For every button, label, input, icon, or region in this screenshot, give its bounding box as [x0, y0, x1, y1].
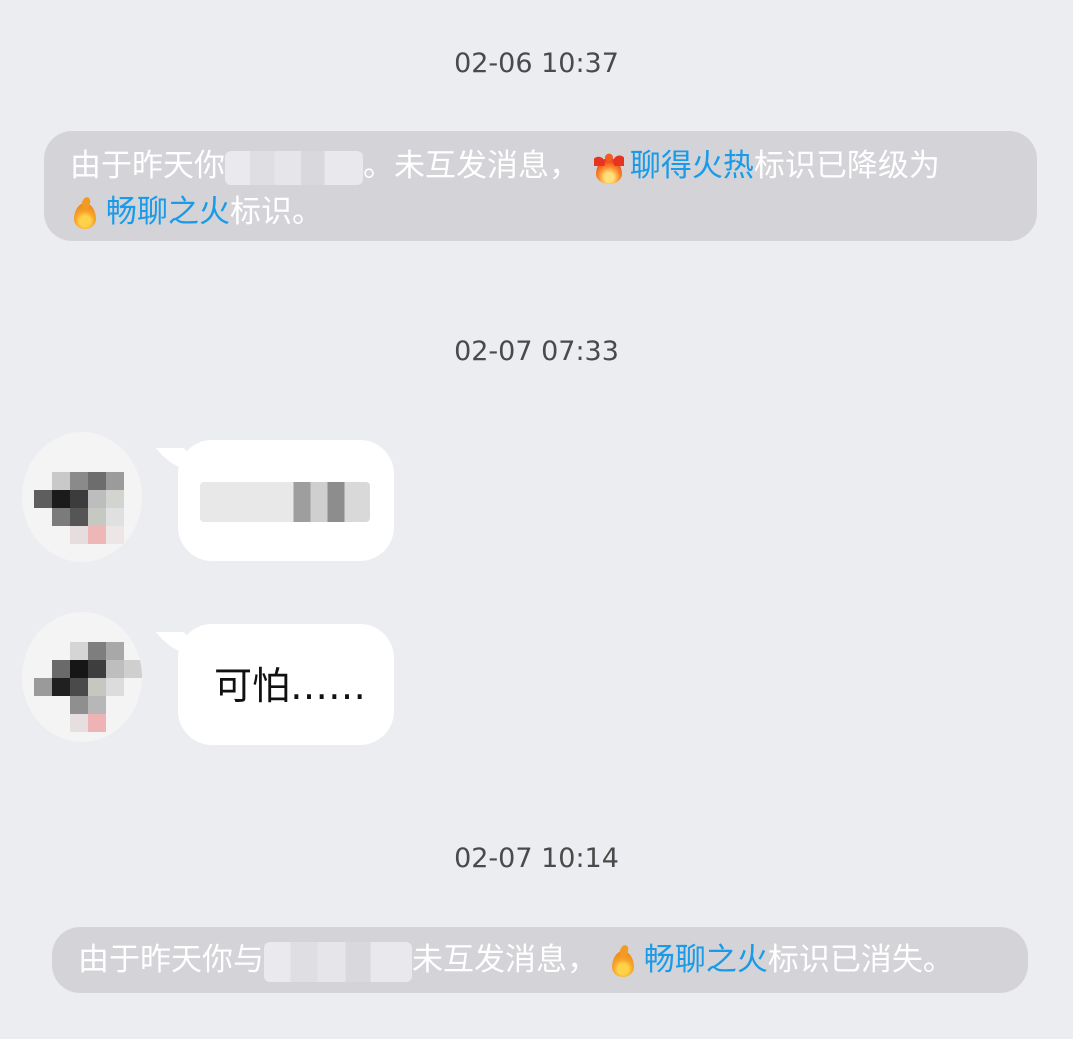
message-text: 可怕…… [214, 664, 367, 708]
system-text: 由于昨天你与 [78, 942, 264, 978]
system-text: 标识已消失。 [767, 942, 954, 978]
chat-flame-link[interactable]: 畅聊之火 [106, 194, 230, 230]
chat-flame-icon [74, 199, 96, 229]
system-text: 标识。 [230, 194, 323, 230]
system-message-line-2: 畅聊之火标识。 [70, 191, 1011, 233]
system-message-streak-downgraded: 由于昨天你 。未互发消息， 聊得火热标识已降级为 畅聊之火标识。 [44, 131, 1037, 241]
timestamp: 02-07 10:14 [454, 843, 619, 874]
chat-flame-icon [611, 947, 634, 977]
system-message-streak-lost: 由于昨天你与 未互发消息， 畅聊之火标识已消失。 [52, 927, 1028, 993]
contact-avatar[interactable] [22, 612, 142, 742]
system-text: 。未互发消息， [363, 148, 580, 184]
message-bubble[interactable] [178, 440, 394, 561]
redacted-name [225, 150, 363, 185]
system-text: 未互发消息， [412, 942, 598, 978]
redacted-message-text [200, 482, 370, 522]
system-message-line-1: 由于昨天你 。未互发消息， 聊得火热标识已降级为 [70, 145, 1011, 187]
redacted-name [264, 941, 412, 982]
timestamp: 02-06 10:37 [454, 48, 619, 79]
chat-flame-link[interactable]: 畅聊之火 [644, 942, 768, 978]
system-text: 标识已降级为 [753, 148, 940, 184]
hot-chat-link[interactable]: 聊得火热 [630, 148, 754, 184]
hot-chat-flame-icon [593, 151, 624, 184]
message-bubble[interactable]: 可怕…… [178, 624, 394, 745]
system-text: 由于昨天你 [70, 148, 225, 184]
timestamp: 02-07 07:33 [454, 336, 619, 367]
contact-avatar[interactable] [22, 432, 142, 562]
